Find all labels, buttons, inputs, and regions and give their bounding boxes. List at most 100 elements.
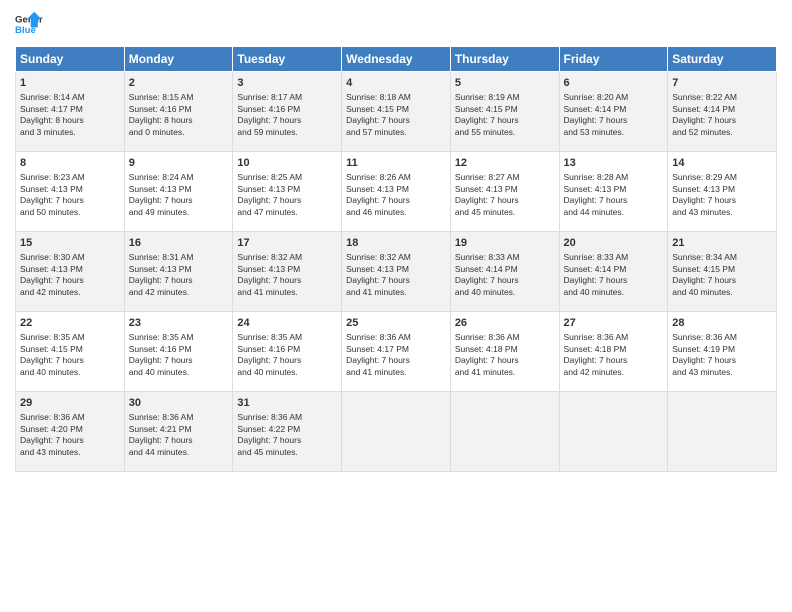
day-number: 22 bbox=[20, 316, 120, 331]
day-cell bbox=[559, 392, 668, 472]
week-row-1: 1Sunrise: 8:14 AM Sunset: 4:17 PM Daylig… bbox=[16, 72, 777, 152]
day-number: 12 bbox=[455, 156, 555, 171]
day-cell: 22Sunrise: 8:35 AM Sunset: 4:15 PM Dayli… bbox=[16, 312, 125, 392]
day-info: Sunrise: 8:18 AM Sunset: 4:15 PM Dayligh… bbox=[346, 92, 446, 138]
header-cell-saturday: Saturday bbox=[668, 47, 777, 72]
day-info: Sunrise: 8:36 AM Sunset: 4:17 PM Dayligh… bbox=[346, 332, 446, 378]
day-cell: 20Sunrise: 8:33 AM Sunset: 4:14 PM Dayli… bbox=[559, 232, 668, 312]
day-cell: 23Sunrise: 8:35 AM Sunset: 4:16 PM Dayli… bbox=[124, 312, 233, 392]
day-number: 4 bbox=[346, 76, 446, 91]
day-number: 29 bbox=[20, 396, 120, 411]
day-cell: 31Sunrise: 8:36 AM Sunset: 4:22 PM Dayli… bbox=[233, 392, 342, 472]
day-info: Sunrise: 8:33 AM Sunset: 4:14 PM Dayligh… bbox=[564, 252, 664, 298]
day-number: 25 bbox=[346, 316, 446, 331]
day-number: 13 bbox=[564, 156, 664, 171]
day-cell: 19Sunrise: 8:33 AM Sunset: 4:14 PM Dayli… bbox=[450, 232, 559, 312]
header-cell-friday: Friday bbox=[559, 47, 668, 72]
header: General Blue bbox=[15, 10, 777, 38]
day-number: 16 bbox=[129, 236, 229, 251]
svg-text:General: General bbox=[15, 14, 43, 25]
day-cell: 12Sunrise: 8:27 AM Sunset: 4:13 PM Dayli… bbox=[450, 152, 559, 232]
day-cell: 29Sunrise: 8:36 AM Sunset: 4:20 PM Dayli… bbox=[16, 392, 125, 472]
day-info: Sunrise: 8:31 AM Sunset: 4:13 PM Dayligh… bbox=[129, 252, 229, 298]
week-row-5: 29Sunrise: 8:36 AM Sunset: 4:20 PM Dayli… bbox=[16, 392, 777, 472]
day-cell: 26Sunrise: 8:36 AM Sunset: 4:18 PM Dayli… bbox=[450, 312, 559, 392]
day-info: Sunrise: 8:33 AM Sunset: 4:14 PM Dayligh… bbox=[455, 252, 555, 298]
day-info: Sunrise: 8:36 AM Sunset: 4:18 PM Dayligh… bbox=[564, 332, 664, 378]
day-cell: 3Sunrise: 8:17 AM Sunset: 4:16 PM Daylig… bbox=[233, 72, 342, 152]
day-cell: 16Sunrise: 8:31 AM Sunset: 4:13 PM Dayli… bbox=[124, 232, 233, 312]
day-number: 14 bbox=[672, 156, 772, 171]
day-cell: 25Sunrise: 8:36 AM Sunset: 4:17 PM Dayli… bbox=[342, 312, 451, 392]
logo-icon: General Blue bbox=[15, 10, 43, 38]
header-cell-tuesday: Tuesday bbox=[233, 47, 342, 72]
day-number: 5 bbox=[455, 76, 555, 91]
day-info: Sunrise: 8:36 AM Sunset: 4:19 PM Dayligh… bbox=[672, 332, 772, 378]
header-cell-thursday: Thursday bbox=[450, 47, 559, 72]
header-row: SundayMondayTuesdayWednesdayThursdayFrid… bbox=[16, 47, 777, 72]
day-cell: 21Sunrise: 8:34 AM Sunset: 4:15 PM Dayli… bbox=[668, 232, 777, 312]
day-cell: 4Sunrise: 8:18 AM Sunset: 4:15 PM Daylig… bbox=[342, 72, 451, 152]
day-cell bbox=[342, 392, 451, 472]
day-cell: 6Sunrise: 8:20 AM Sunset: 4:14 PM Daylig… bbox=[559, 72, 668, 152]
day-info: Sunrise: 8:27 AM Sunset: 4:13 PM Dayligh… bbox=[455, 172, 555, 218]
day-info: Sunrise: 8:25 AM Sunset: 4:13 PM Dayligh… bbox=[237, 172, 337, 218]
day-info: Sunrise: 8:14 AM Sunset: 4:17 PM Dayligh… bbox=[20, 92, 120, 138]
day-number: 9 bbox=[129, 156, 229, 171]
day-number: 19 bbox=[455, 236, 555, 251]
week-row-4: 22Sunrise: 8:35 AM Sunset: 4:15 PM Dayli… bbox=[16, 312, 777, 392]
day-info: Sunrise: 8:35 AM Sunset: 4:15 PM Dayligh… bbox=[20, 332, 120, 378]
day-number: 27 bbox=[564, 316, 664, 331]
day-number: 31 bbox=[237, 396, 337, 411]
day-cell: 8Sunrise: 8:23 AM Sunset: 4:13 PM Daylig… bbox=[16, 152, 125, 232]
day-number: 2 bbox=[129, 76, 229, 91]
day-cell: 10Sunrise: 8:25 AM Sunset: 4:13 PM Dayli… bbox=[233, 152, 342, 232]
day-info: Sunrise: 8:29 AM Sunset: 4:13 PM Dayligh… bbox=[672, 172, 772, 218]
day-number: 15 bbox=[20, 236, 120, 251]
day-info: Sunrise: 8:34 AM Sunset: 4:15 PM Dayligh… bbox=[672, 252, 772, 298]
day-cell: 18Sunrise: 8:32 AM Sunset: 4:13 PM Dayli… bbox=[342, 232, 451, 312]
day-number: 18 bbox=[346, 236, 446, 251]
day-cell: 17Sunrise: 8:32 AM Sunset: 4:13 PM Dayli… bbox=[233, 232, 342, 312]
day-number: 21 bbox=[672, 236, 772, 251]
day-number: 30 bbox=[129, 396, 229, 411]
day-cell bbox=[668, 392, 777, 472]
day-cell: 2Sunrise: 8:15 AM Sunset: 4:16 PM Daylig… bbox=[124, 72, 233, 152]
day-number: 24 bbox=[237, 316, 337, 331]
day-info: Sunrise: 8:24 AM Sunset: 4:13 PM Dayligh… bbox=[129, 172, 229, 218]
day-info: Sunrise: 8:35 AM Sunset: 4:16 PM Dayligh… bbox=[129, 332, 229, 378]
day-cell: 5Sunrise: 8:19 AM Sunset: 4:15 PM Daylig… bbox=[450, 72, 559, 152]
day-info: Sunrise: 8:20 AM Sunset: 4:14 PM Dayligh… bbox=[564, 92, 664, 138]
day-cell: 11Sunrise: 8:26 AM Sunset: 4:13 PM Dayli… bbox=[342, 152, 451, 232]
week-row-3: 15Sunrise: 8:30 AM Sunset: 4:13 PM Dayli… bbox=[16, 232, 777, 312]
day-info: Sunrise: 8:32 AM Sunset: 4:13 PM Dayligh… bbox=[346, 252, 446, 298]
day-info: Sunrise: 8:35 AM Sunset: 4:16 PM Dayligh… bbox=[237, 332, 337, 378]
day-number: 1 bbox=[20, 76, 120, 91]
day-number: 23 bbox=[129, 316, 229, 331]
day-cell: 30Sunrise: 8:36 AM Sunset: 4:21 PM Dayli… bbox=[124, 392, 233, 472]
calendar-table: SundayMondayTuesdayWednesdayThursdayFrid… bbox=[15, 46, 777, 472]
day-info: Sunrise: 8:32 AM Sunset: 4:13 PM Dayligh… bbox=[237, 252, 337, 298]
day-number: 10 bbox=[237, 156, 337, 171]
day-cell: 14Sunrise: 8:29 AM Sunset: 4:13 PM Dayli… bbox=[668, 152, 777, 232]
day-cell: 15Sunrise: 8:30 AM Sunset: 4:13 PM Dayli… bbox=[16, 232, 125, 312]
day-cell: 24Sunrise: 8:35 AM Sunset: 4:16 PM Dayli… bbox=[233, 312, 342, 392]
day-number: 28 bbox=[672, 316, 772, 331]
day-number: 3 bbox=[237, 76, 337, 91]
day-number: 17 bbox=[237, 236, 337, 251]
day-info: Sunrise: 8:22 AM Sunset: 4:14 PM Dayligh… bbox=[672, 92, 772, 138]
day-number: 7 bbox=[672, 76, 772, 91]
day-info: Sunrise: 8:36 AM Sunset: 4:18 PM Dayligh… bbox=[455, 332, 555, 378]
day-cell: 28Sunrise: 8:36 AM Sunset: 4:19 PM Dayli… bbox=[668, 312, 777, 392]
day-info: Sunrise: 8:36 AM Sunset: 4:22 PM Dayligh… bbox=[237, 412, 337, 458]
day-info: Sunrise: 8:28 AM Sunset: 4:13 PM Dayligh… bbox=[564, 172, 664, 218]
day-cell: 7Sunrise: 8:22 AM Sunset: 4:14 PM Daylig… bbox=[668, 72, 777, 152]
logo: General Blue bbox=[15, 10, 43, 38]
day-number: 20 bbox=[564, 236, 664, 251]
day-info: Sunrise: 8:30 AM Sunset: 4:13 PM Dayligh… bbox=[20, 252, 120, 298]
day-info: Sunrise: 8:15 AM Sunset: 4:16 PM Dayligh… bbox=[129, 92, 229, 138]
page: General Blue SundayMondayTuesdayWednesda… bbox=[0, 0, 792, 612]
day-cell: 13Sunrise: 8:28 AM Sunset: 4:13 PM Dayli… bbox=[559, 152, 668, 232]
day-cell: 9Sunrise: 8:24 AM Sunset: 4:13 PM Daylig… bbox=[124, 152, 233, 232]
day-info: Sunrise: 8:23 AM Sunset: 4:13 PM Dayligh… bbox=[20, 172, 120, 218]
